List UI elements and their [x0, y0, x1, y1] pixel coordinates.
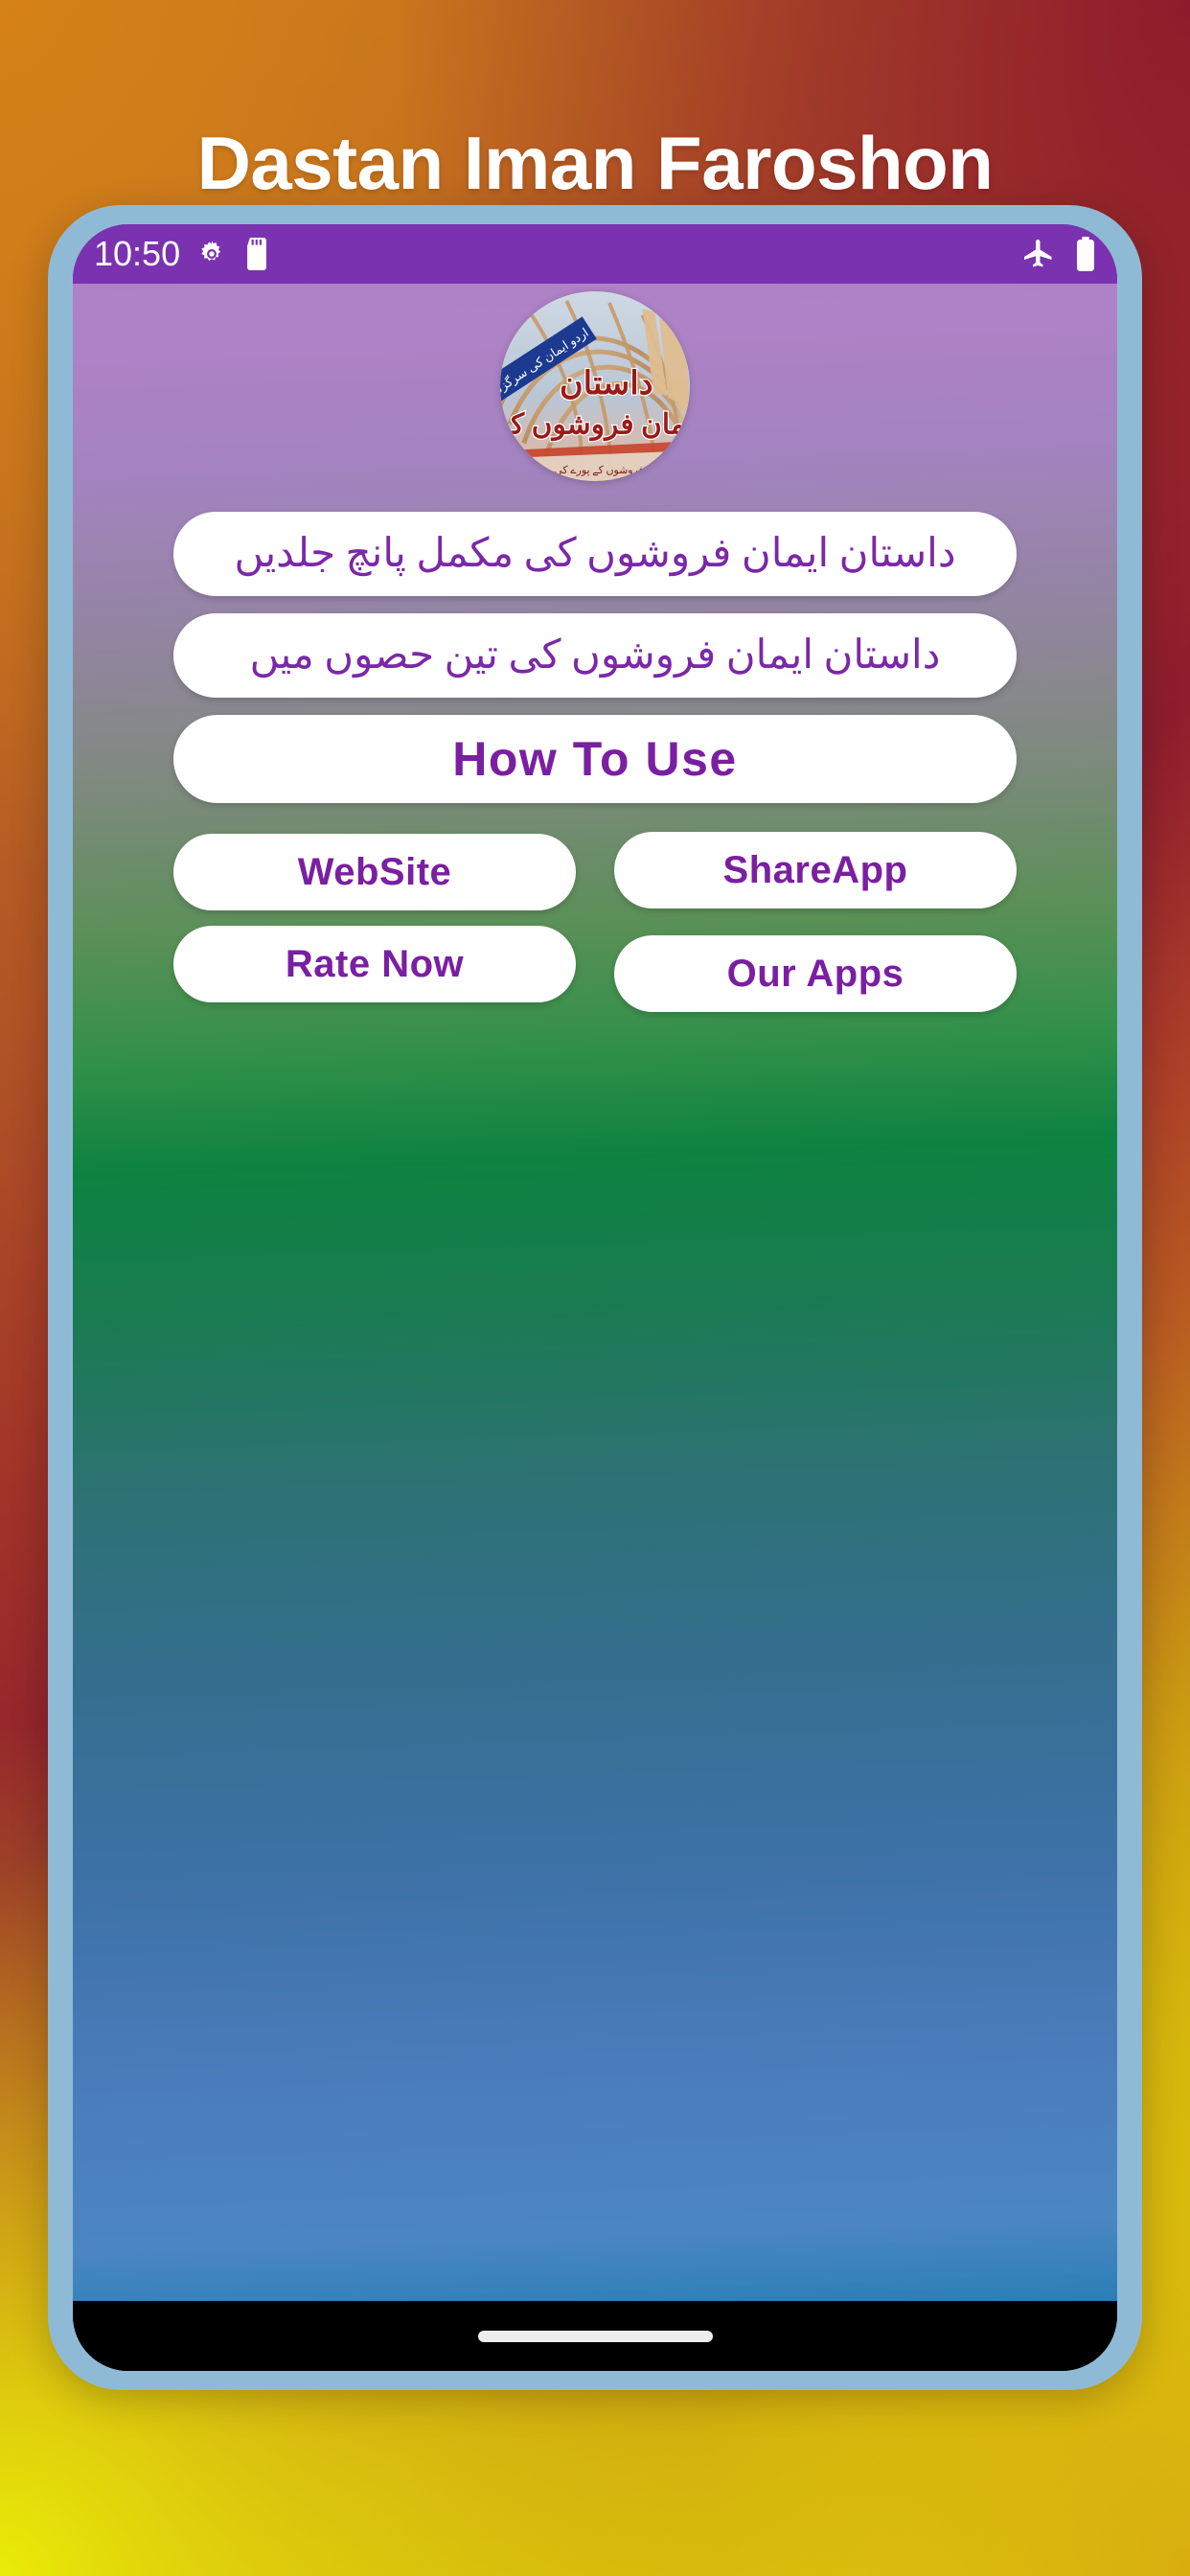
- button-our-apps[interactable]: Our Apps: [614, 935, 1017, 1012]
- android-navigation-bar: [73, 2301, 1117, 2371]
- button-five-volumes[interactable]: داستان ایمان فروشوں کی مکمل پانچ جلدیں: [173, 512, 1017, 596]
- status-bar-clock: 10:50: [94, 234, 181, 273]
- button-row-primary-links: WebSite ShareApp: [173, 832, 1017, 910]
- button-row-secondary-links: Rate Now Our Apps: [173, 926, 1017, 1012]
- button-three-parts[interactable]: داستان ایمان فروشوں کی تین حصوں میں: [173, 613, 1017, 698]
- app-logo: اردو ایمان کی سرگزشت ایمان فروشوں کے پور…: [500, 291, 690, 481]
- button-website[interactable]: WebSite: [173, 834, 576, 910]
- app-background: 10:50 اردو ایمان کی سرگزشت ایمان فروشوں …: [73, 224, 1117, 2301]
- page-title: Dastan Iman Faroshon: [196, 121, 994, 205]
- status-bar: 10:50: [73, 224, 1117, 284]
- home-indicator[interactable]: [477, 2330, 713, 2342]
- button-how-to-use[interactable]: How To Use: [173, 715, 1017, 803]
- airplane-mode-icon: [1021, 237, 1056, 271]
- svg-text:ایمان فروشوں کی: ایمان فروشوں کی: [500, 410, 690, 442]
- button-rate-now[interactable]: Rate Now: [173, 926, 576, 1002]
- sd-card-icon: [243, 238, 270, 270]
- status-bar-right-group: [1021, 237, 1096, 271]
- phone-mockup-frame: 10:50 اردو ایمان کی سرگزشت ایمان فروشوں …: [48, 205, 1142, 2390]
- main-button-stack: داستان ایمان فروشوں کی مکمل پانچ جلدیں د…: [73, 512, 1117, 1012]
- battery-icon: [1075, 237, 1096, 271]
- status-bar-left-group: 10:50: [94, 237, 270, 271]
- svg-text:ایمان فروشوں کے پورے کی حقیقت: ایمان فروشوں کے پورے کی حقیقت: [521, 465, 669, 476]
- app-logo-artwork: اردو ایمان کی سرگزشت ایمان فروشوں کے پور…: [500, 291, 690, 481]
- settings-gear-icon: [195, 238, 228, 270]
- button-shareapp[interactable]: ShareApp: [614, 832, 1017, 908]
- svg-text:داستان: داستان: [560, 366, 653, 402]
- phone-screen: 10:50 اردو ایمان کی سرگزشت ایمان فروشوں …: [73, 224, 1117, 2371]
